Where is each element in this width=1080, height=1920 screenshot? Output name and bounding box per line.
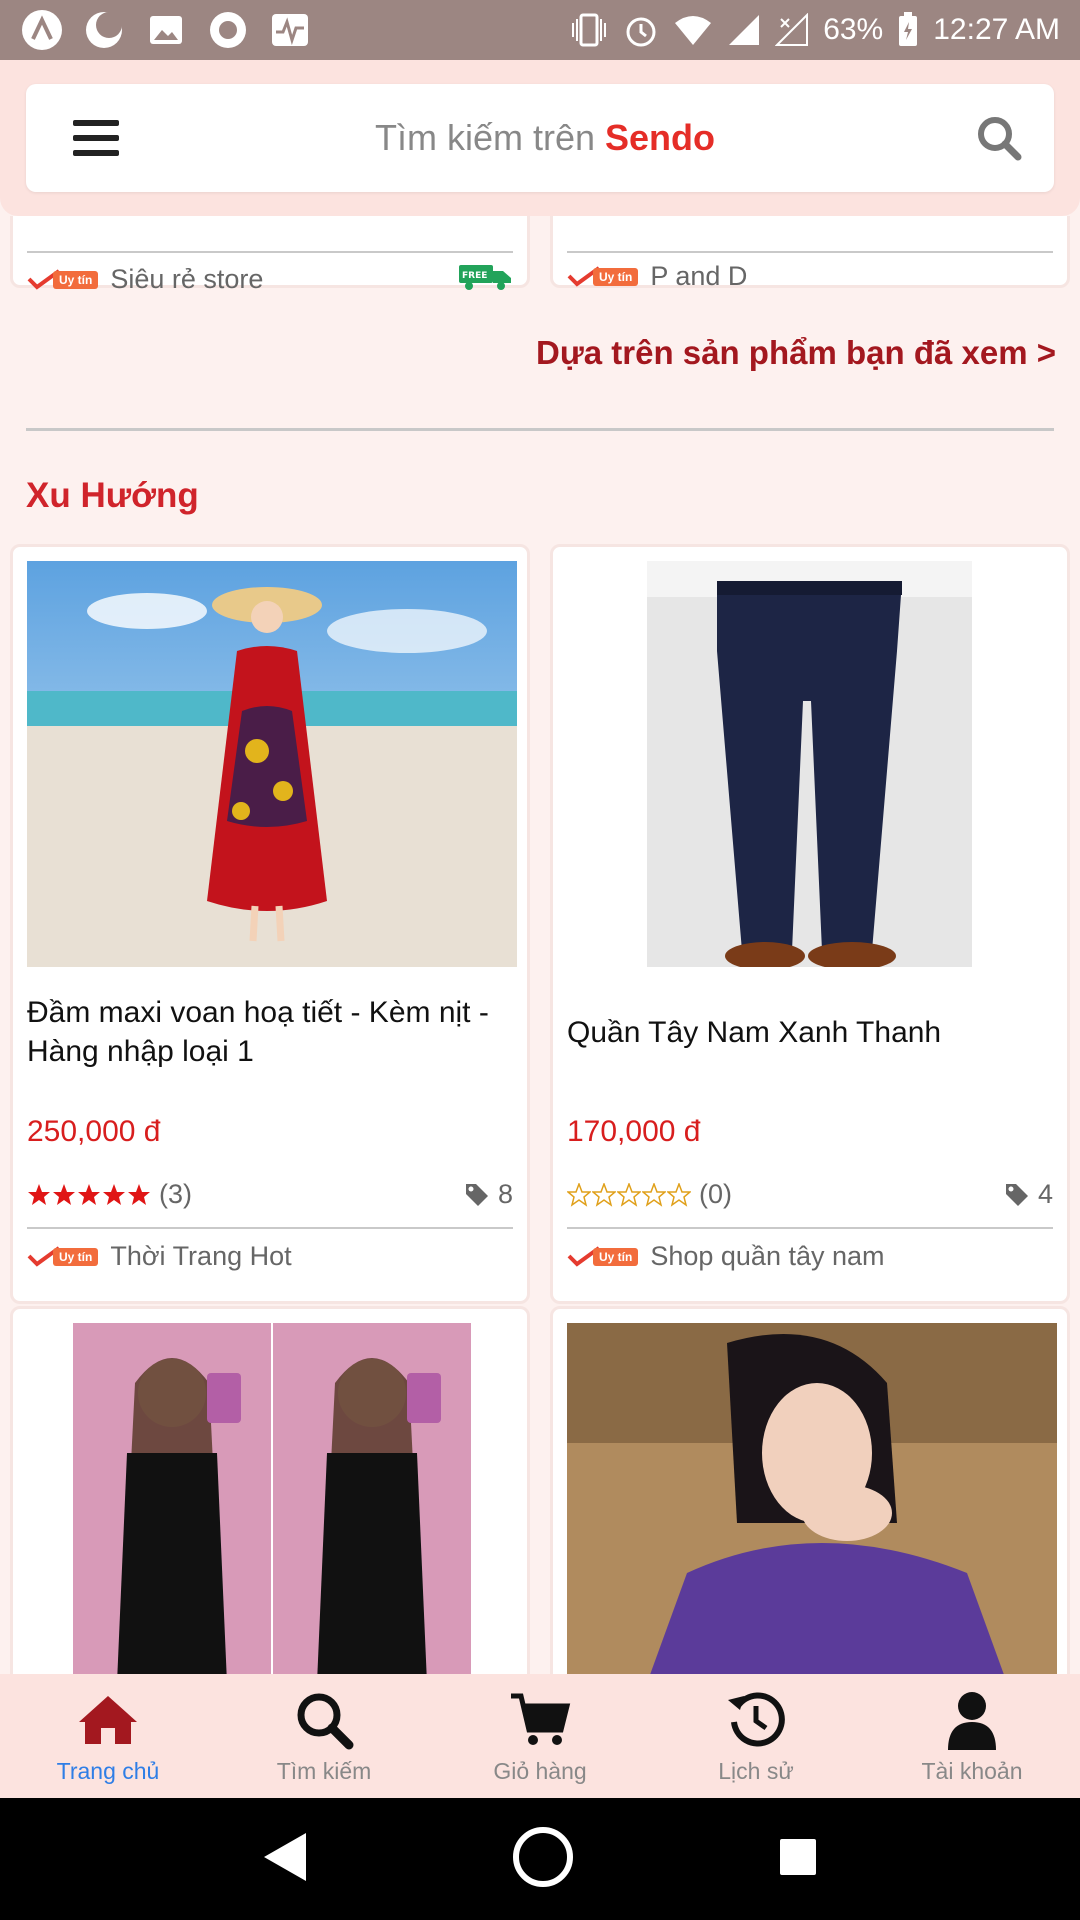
product-card[interactable]: Uy tín P and D (550, 216, 1070, 291)
search-bar[interactable]: Tìm kiếm trên Sendo (26, 84, 1054, 192)
nav-cart[interactable]: Giỏ hàng (432, 1674, 648, 1798)
product-name[interactable]: Quần Tây Nam Xanh Thanh (567, 1013, 1053, 1093)
shop-row: Uy tín P and D (567, 261, 1053, 292)
tag-icon (465, 1183, 488, 1206)
tag-count-value: 4 (1037, 1179, 1053, 1209)
home-button-icon[interactable] (512, 1826, 574, 1893)
recommendation-link[interactable]: Dựa trên sản phẩm bạn đã xem > (536, 334, 1056, 372)
product-image[interactable] (567, 561, 1057, 967)
nav-home-label: Trang chủ (56, 1757, 160, 1784)
back-icon[interactable] (262, 1831, 308, 1888)
svg-text:FREE: FREE (462, 271, 487, 281)
nav-search-label: Tìm kiếm (276, 1757, 372, 1784)
shop-name: Siêu rẻ store (110, 264, 264, 294)
hamburger-menu-icon[interactable] (46, 84, 146, 192)
product-image[interactable] (27, 561, 517, 967)
shop-name: Thời Trang Hot (110, 1241, 292, 1271)
rating-row: (3) 8 (27, 1179, 513, 1210)
trusted-badge: Uy tín (27, 1245, 99, 1268)
nav-account[interactable]: Tài khoản (864, 1674, 1080, 1798)
star-filled-icon (53, 1183, 75, 1205)
rating-row: (0) 4 (567, 1179, 1053, 1210)
card-divider (567, 1227, 1053, 1229)
product-image[interactable] (567, 1323, 1057, 1674)
vibrate-icon (569, 13, 609, 47)
status-bar: 63% 12:27 AM (0, 0, 1080, 60)
bottom-navigation: Trang chủ Tìm kiếm Giỏ hàng Lịch sử Tài … (0, 1674, 1080, 1798)
tag-icon (1005, 1183, 1028, 1206)
card-divider (567, 251, 1053, 253)
section-title: Xu Hướng (26, 476, 199, 515)
star-filled-icon (78, 1183, 100, 1205)
star-rating (27, 1183, 151, 1207)
tag-count: 8 (464, 1179, 513, 1210)
product-card[interactable] (10, 1306, 530, 1674)
product-feed: Uy tín Siêu rẻ store FREE Uy tín P and D… (0, 216, 1080, 1674)
shop-name: Shop quần tây nam (650, 1241, 885, 1271)
nav-history[interactable]: Lịch sử (648, 1674, 864, 1798)
search-icon[interactable] (944, 115, 1054, 161)
product-name[interactable]: Đầm maxi voan hoạ tiết - Kèm nịt - Hàng … (27, 993, 513, 1073)
clock: 12:27 AM (933, 13, 1060, 46)
star-rating (567, 1182, 691, 1207)
product-card[interactable] (550, 1306, 1070, 1674)
battery-percent: 63% (823, 13, 884, 46)
star-empty-icon (592, 1182, 616, 1207)
record-icon (206, 8, 250, 52)
product-card[interactable]: Quần Tây Nam Xanh Thanh 170,000 đ (0) 4 … (550, 544, 1070, 1304)
home-icon (76, 1688, 140, 1752)
activity-icon (268, 8, 312, 52)
system-navigation (0, 1798, 1080, 1920)
star-empty-icon (642, 1182, 666, 1207)
nav-home[interactable]: Trang chủ (0, 1674, 216, 1798)
nav-history-label: Lịch sử (718, 1757, 794, 1784)
star-empty-icon (567, 1182, 591, 1207)
app-header: Tìm kiếm trên Sendo (0, 60, 1080, 216)
trusted-badge: Uy tín (27, 268, 99, 291)
wifi-icon (673, 13, 713, 47)
star-empty-icon (617, 1182, 641, 1207)
history-icon (724, 1688, 788, 1752)
night-mode-icon (82, 8, 126, 52)
card-divider (27, 251, 513, 253)
image-icon (144, 8, 188, 52)
tag-count: 4 (1004, 1179, 1053, 1210)
shop-name: P and D (650, 261, 748, 291)
tag-count-value: 8 (497, 1179, 513, 1209)
alarm-icon (623, 12, 659, 48)
star-filled-icon (28, 1183, 50, 1205)
product-card[interactable]: Uy tín Siêu rẻ store FREE (10, 216, 530, 294)
free-shipping-icon: FREE (457, 261, 513, 298)
nav-search[interactable]: Tìm kiếm (216, 1674, 432, 1798)
brand-name: Sendo (605, 117, 716, 158)
signal-no-data-icon (775, 13, 809, 47)
star-empty-icon (667, 1182, 691, 1207)
app-notification-icon (20, 8, 64, 52)
search-icon (292, 1688, 356, 1752)
star-filled-icon (103, 1183, 125, 1205)
account-icon (940, 1688, 1004, 1752)
search-placeholder[interactable]: Tìm kiếm trên Sendo (146, 117, 944, 159)
product-card[interactable]: Đầm maxi voan hoạ tiết - Kèm nịt - Hàng … (10, 544, 530, 1304)
battery-icon (897, 12, 919, 48)
shop-row[interactable]: Uy tín Shop quần tây nam (567, 1241, 1053, 1272)
product-price: 250,000 đ (27, 1115, 161, 1148)
search-placeholder-prefix: Tìm kiếm trên (374, 117, 605, 158)
product-image[interactable] (27, 1323, 517, 1674)
trusted-badge: Uy tín (567, 265, 639, 288)
shop-row[interactable]: Uy tín Thời Trang Hot (27, 1241, 513, 1272)
signal-icon (727, 13, 761, 47)
star-filled-icon (128, 1183, 150, 1205)
product-price: 170,000 đ (567, 1115, 701, 1148)
section-divider (26, 428, 1054, 431)
nav-cart-label: Giỏ hàng (493, 1757, 587, 1784)
rating-count: (3) (159, 1179, 192, 1209)
rating-count: (0) (699, 1179, 732, 1209)
nav-account-label: Tài khoản (921, 1757, 1023, 1784)
cart-icon (508, 1688, 572, 1752)
trusted-badge: Uy tín (567, 1245, 639, 1268)
card-divider (27, 1227, 513, 1229)
recents-icon[interactable] (778, 1837, 818, 1882)
shop-row: Uy tín Siêu rẻ store FREE (27, 261, 513, 298)
